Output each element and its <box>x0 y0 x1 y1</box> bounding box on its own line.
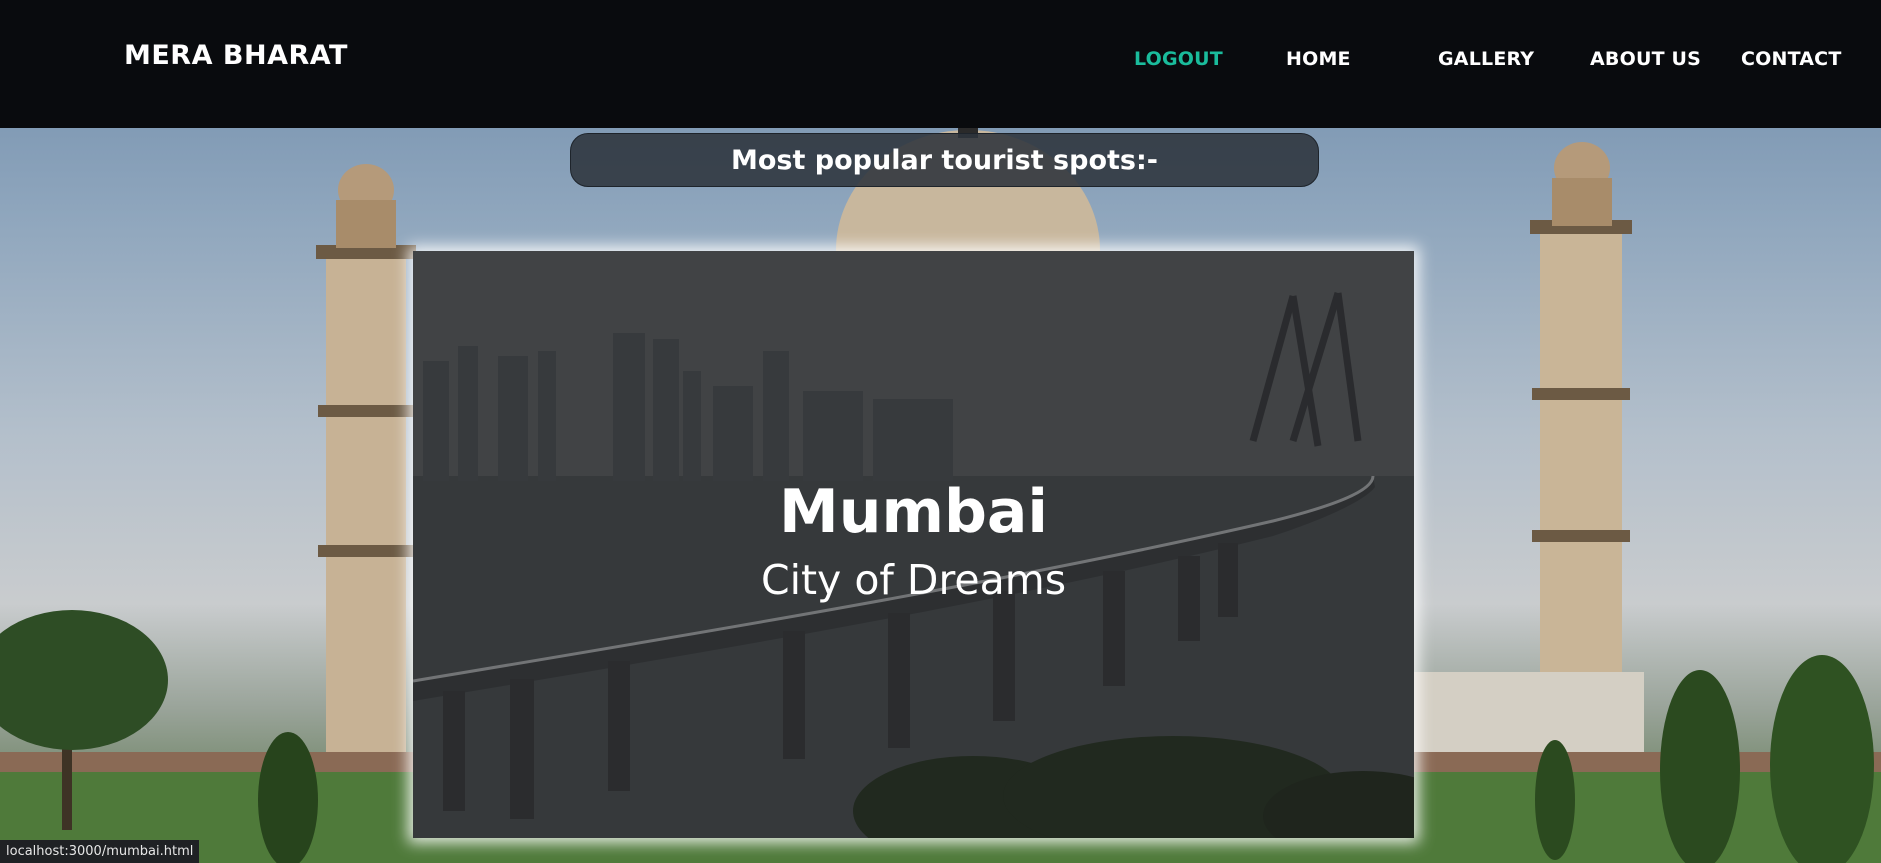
city-card-mumbai[interactable]: Mumbai City of Dreams <box>413 251 1414 838</box>
nav-logout[interactable]: LOGOUT <box>1134 48 1223 70</box>
section-heading-pill: Most popular tourist spots:- <box>570 133 1319 187</box>
card-title: Mumbai <box>779 477 1048 547</box>
nav-home[interactable]: HOME <box>1286 48 1351 70</box>
section-heading: Most popular tourist spots:- <box>731 145 1158 176</box>
nav-contact[interactable]: CONTACT <box>1741 48 1842 70</box>
navbar: MERA BHARAT LOGOUT HOME GALLERY ABOUT US… <box>0 0 1881 128</box>
brand-logo[interactable]: MERA BHARAT <box>124 40 348 71</box>
card-subtitle: City of Dreams <box>760 556 1067 604</box>
status-bar-url: localhost:3000/mumbai.html <box>0 840 200 863</box>
nav-about-us[interactable]: ABOUT US <box>1590 48 1701 70</box>
nav-gallery[interactable]: GALLERY <box>1438 48 1534 70</box>
